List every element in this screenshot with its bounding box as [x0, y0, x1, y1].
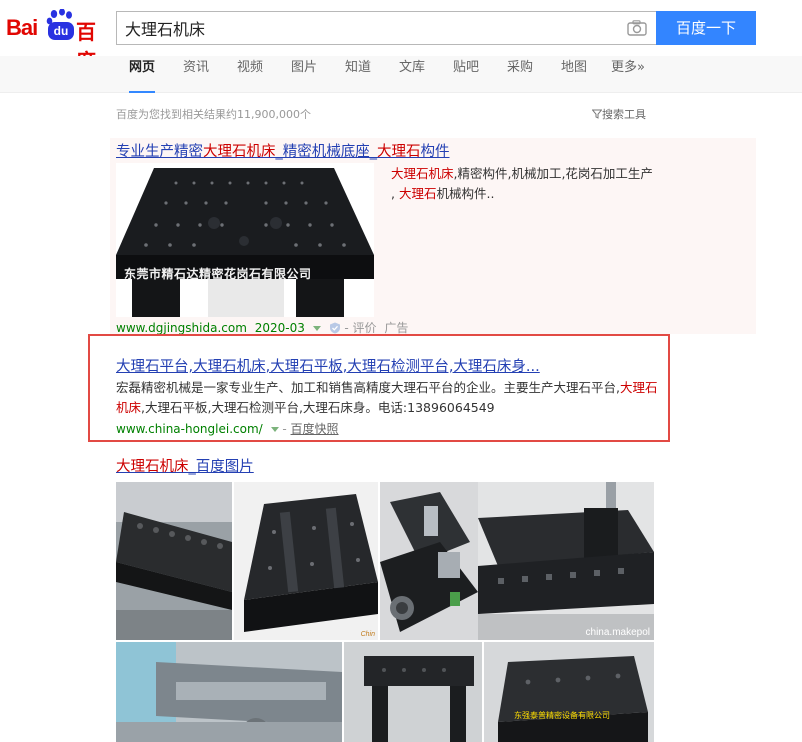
image-thumbnail-3[interactable]	[380, 482, 478, 640]
tab-more[interactable]: 更多»	[611, 56, 645, 93]
result2-description: 宏磊精密机械是一家专业生产、加工和销售高精度大理石平台的企业。主要生产大理石平台…	[116, 378, 661, 418]
marble-block-photo	[484, 642, 654, 742]
ad-title-part: 专业生产精密	[116, 144, 203, 160]
ad-rating[interactable]: - 评价	[344, 321, 376, 335]
search-tools[interactable]: 搜索工具	[591, 106, 646, 122]
result2-url[interactable]: www.china-honglei.com/	[116, 422, 263, 436]
search-button[interactable]: 百度一下	[656, 11, 756, 45]
thumbnail-logo-text: Chin	[360, 631, 375, 638]
ad-desc-text: 机械构件..	[436, 186, 495, 201]
camera-icon[interactable]	[627, 20, 647, 36]
ad-label: 广告	[384, 321, 409, 335]
logo-bai: Bai	[6, 15, 38, 40]
filter-icon	[591, 109, 603, 119]
cnc-machine-photo	[380, 482, 478, 640]
ad-desc-highlight: 大理石机床	[391, 166, 454, 181]
result-count: 百度为您找到相关结果约11,900,000个	[116, 108, 311, 121]
marble-beam-photo	[116, 482, 232, 640]
machine-bed-photo	[116, 642, 342, 742]
nav-tabs: 网页 资讯 视频 图片 知道 文库 贴吧 采购 地图 更多»	[0, 56, 802, 93]
result2-desc-text: ,大理石平板,大理石检测平台,大理石床身。电话:13896064549	[141, 400, 495, 415]
tab-images[interactable]: 图片	[291, 56, 317, 93]
header: Bai du 百度 百度一下	[0, 0, 802, 73]
logo-du: du	[48, 22, 74, 40]
result2-desc-text: 宏磊精密机械是一家专业生产、加工和销售高精度大理石平台的企业。主要生产大理石平台…	[116, 380, 620, 395]
dropdown-arrow-icon[interactable]	[270, 427, 279, 433]
thumbnail-watermark: china.makepol	[585, 627, 650, 638]
tab-video[interactable]: 视频	[237, 56, 263, 93]
tab-wenku[interactable]: 文库	[399, 56, 425, 93]
image-thumbnail-5[interactable]	[116, 642, 342, 742]
image-thumbnail-1[interactable]	[116, 482, 232, 640]
ad-title[interactable]: 专业生产精密大理石机床_精密机械底座_大理石构件	[116, 140, 450, 161]
search-box	[116, 11, 657, 45]
gantry-machine-photo	[478, 482, 654, 640]
dropdown-arrow-icon[interactable]	[312, 326, 321, 332]
search-tools-label: 搜索工具	[602, 108, 646, 121]
ad-desc-highlight: 大理石	[398, 186, 437, 201]
image-title-highlight: 大理石机床	[116, 459, 189, 475]
marble-base-photo	[234, 482, 378, 640]
image-result-title[interactable]: 大理石机床_百度图片	[116, 455, 254, 476]
baidu-logo[interactable]: Bai du 百度	[6, 9, 110, 73]
image-thumbnail-2[interactable]: Chin	[234, 482, 378, 640]
tab-web[interactable]: 网页	[129, 56, 156, 93]
result2-snapshot[interactable]: 百度快照	[291, 422, 339, 436]
ad-title-highlight: 大理石	[377, 144, 421, 160]
marble-table-image	[116, 163, 374, 317]
ad-title-part: 构件	[420, 144, 450, 160]
ad-date: 2020-03	[254, 321, 305, 335]
thumbnail-company-text: 东强泰普精密设备有限公司	[514, 711, 610, 720]
marble-frame-photo	[344, 642, 482, 742]
ad-image-caption: 东莞市精石达精密花岗石有限公司	[124, 267, 312, 281]
ad-title-highlight: 大理石机床	[203, 144, 276, 160]
image-thumbnail-6[interactable]	[344, 642, 482, 742]
tab-tieba[interactable]: 贴吧	[453, 56, 479, 93]
tab-purchase[interactable]: 采购	[507, 56, 533, 93]
search-input[interactable]	[117, 12, 597, 44]
ad-image[interactable]: 东莞市精石达精密花岗石有限公司	[116, 163, 374, 317]
verified-shield-icon[interactable]	[329, 322, 341, 334]
tab-zhidao[interactable]: 知道	[345, 56, 371, 93]
ad-description: 大理石机床,精密构件,机械加工,花岗石加工生产 , 大理石机械构件..	[391, 164, 659, 204]
tab-map[interactable]: 地图	[561, 56, 587, 93]
image-thumbnail-4[interactable]: china.makepol	[478, 482, 654, 640]
ad-url[interactable]: www.dgjingshida.com	[116, 321, 247, 335]
ad-title-part: _精密机械底座_	[275, 144, 378, 160]
image-thumbnail-7[interactable]: 东强泰普精密设备有限公司	[484, 642, 654, 742]
tab-news[interactable]: 资讯	[183, 56, 209, 93]
result2-title[interactable]: 大理石平台,大理石机床,大理石平板,大理石检测平台,大理石床身...	[116, 355, 540, 376]
image-title-text: _百度图片	[188, 459, 254, 475]
result2-url-row: www.china-honglei.com/ - 百度快照	[116, 422, 339, 436]
